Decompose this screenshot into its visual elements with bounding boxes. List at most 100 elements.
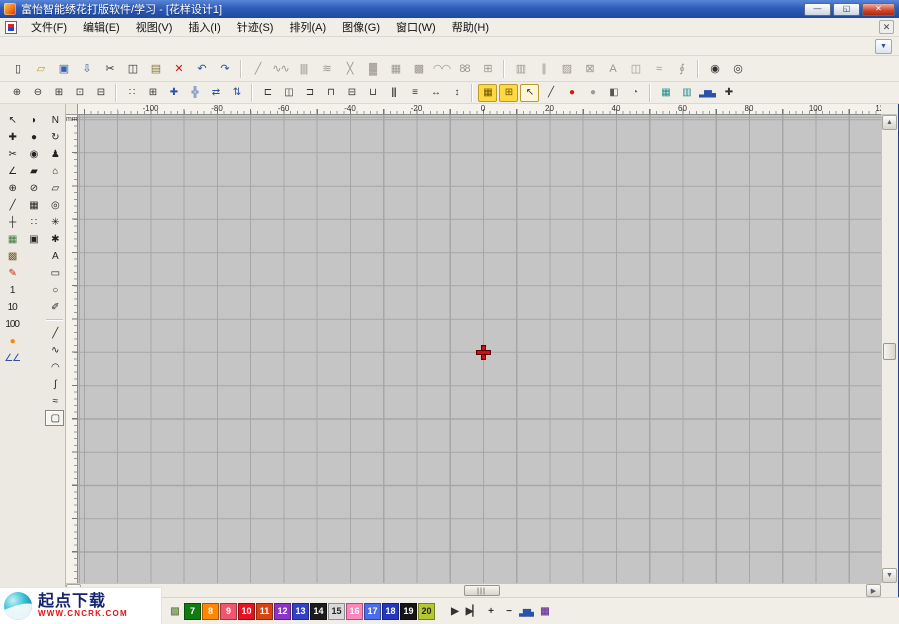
zoom-previous-icon[interactable]: ⊟ xyxy=(91,84,110,102)
paste-icon[interactable]: ▤ xyxy=(145,59,166,79)
color-swatch-11[interactable]: 11 xyxy=(256,603,273,620)
color-swatch-16[interactable]: 16 xyxy=(346,603,363,620)
thread-table-icon[interactable]: ▦ xyxy=(656,84,675,102)
zoom-tool-icon[interactable]: ⊕ xyxy=(3,180,22,196)
freehand-draw-tool-icon[interactable]: ≈ xyxy=(45,393,64,409)
document-icon[interactable] xyxy=(5,21,17,34)
same-height-icon[interactable]: ↕ xyxy=(447,84,466,102)
color-swatch-17[interactable]: 17 xyxy=(364,603,381,620)
remove-color-button[interactable]: − xyxy=(500,603,517,619)
complex-fill-icon[interactable]: ▥ xyxy=(510,59,531,79)
delete-icon[interactable]: ✕ xyxy=(168,59,189,79)
pattern-browse-icon[interactable]: ⊞ xyxy=(143,84,162,102)
preset-100-button[interactable]: 100 xyxy=(3,316,22,332)
color-swatch-9[interactable]: 9 xyxy=(220,603,237,620)
scroll-up-icon[interactable]: ▲ xyxy=(882,115,897,130)
house-shape-tool-icon[interactable]: ⌂ xyxy=(45,163,64,179)
undo-icon[interactable]: ↶ xyxy=(191,59,212,79)
horizontal-scroll-thumb[interactable] xyxy=(464,585,500,596)
lettering-tool-icon[interactable]: A xyxy=(45,248,64,264)
design-canvas[interactable] xyxy=(78,115,881,583)
color-swatch-8[interactable]: 8 xyxy=(202,603,219,620)
align-middle-icon[interactable]: ⊟ xyxy=(342,84,361,102)
align-center-icon[interactable]: ◫ xyxy=(279,84,298,102)
mesh-tool-icon[interactable]: ▦ xyxy=(24,197,43,213)
node-edit-tool-icon[interactable]: ✚ xyxy=(3,129,22,145)
copy-icon[interactable]: ◫ xyxy=(122,59,143,79)
distribute-v-icon[interactable]: ≡ xyxy=(405,84,424,102)
menu-item-file[interactable]: 文件(F) xyxy=(23,17,75,38)
measure-tool-icon[interactable]: ∠ xyxy=(3,163,22,179)
grid-fill-icon[interactable]: ⊞ xyxy=(477,59,498,79)
rounded-rect-tool-icon[interactable]: ▢ xyxy=(45,410,64,426)
menu-item-image[interactable]: 图像(G) xyxy=(334,17,388,38)
stitch-sequence-icon[interactable]: ▂▅▃ xyxy=(518,603,535,619)
grid-toggle-icon[interactable]: ▦ xyxy=(478,84,497,102)
color-swatch-14[interactable]: 14 xyxy=(310,603,327,620)
vertical-scrollbar[interactable]: ▲ ▼ xyxy=(881,115,897,583)
center-design-icon[interactable]: ╬ xyxy=(185,84,204,102)
import-icon[interactable]: ⇩ xyxy=(76,59,97,79)
thread-gray-icon[interactable]: ● xyxy=(583,84,602,102)
color-swatch-12[interactable]: 12 xyxy=(274,603,291,620)
align-right-icon[interactable]: ⊐ xyxy=(300,84,319,102)
save-icon[interactable]: ▣ xyxy=(53,59,74,79)
toolbar-options-chevron-icon[interactable]: ▼ xyxy=(875,39,892,54)
pattern-fill-icon[interactable]: ▩ xyxy=(408,59,429,79)
exit-point-icon[interactable]: ◎ xyxy=(727,59,748,79)
color-swatch-18[interactable]: 18 xyxy=(382,603,399,620)
add-color-button[interactable]: + xyxy=(482,603,499,619)
cross-stitch-icon[interactable]: ╳ xyxy=(339,59,360,79)
open-icon[interactable]: ▱ xyxy=(30,59,51,79)
menu-item-edit[interactable]: 编辑(E) xyxy=(75,17,128,38)
menu-item-insert[interactable]: 插入(I) xyxy=(180,17,228,38)
snowflake-shape-tool-icon[interactable]: ✳ xyxy=(45,214,64,230)
guide-toggle-icon[interactable]: ⊞ xyxy=(499,84,518,102)
zoom-in-icon[interactable]: ⊕ xyxy=(7,84,26,102)
palette-grid-icon[interactable]: ▦ xyxy=(536,603,553,619)
cursor-toggle-icon[interactable]: ↖ xyxy=(520,84,539,102)
frame-tool-icon[interactable]: ▣ xyxy=(24,231,43,247)
align-bottom-icon[interactable]: ⊔ xyxy=(363,84,382,102)
color-swatch-15[interactable]: 15 xyxy=(328,603,345,620)
pin-tool-icon[interactable]: ┼ xyxy=(3,214,22,230)
slash-toggle-icon[interactable]: ╱ xyxy=(541,84,560,102)
horizontal-scrollbar[interactable]: ◀ ▶ xyxy=(66,583,881,597)
knife-tool-icon[interactable]: ╱ xyxy=(3,197,22,213)
applique-icon[interactable]: ◠◠ xyxy=(431,59,452,79)
block-tool-icon[interactable]: ▰ xyxy=(24,163,43,179)
new-icon[interactable]: ▯ xyxy=(7,59,28,79)
menu-item-stitch[interactable]: 针迹(S) xyxy=(229,17,282,38)
sequin-icon[interactable]: 88 xyxy=(454,59,475,79)
dots-tool-icon[interactable]: ∷ xyxy=(24,214,43,230)
redo-icon[interactable]: ↷ xyxy=(214,59,235,79)
contour-fill-icon[interactable]: ▨ xyxy=(556,59,577,79)
menu-item-window[interactable]: 窗口(W) xyxy=(388,17,444,38)
red-pen-tool-icon[interactable]: ✎ xyxy=(3,265,22,281)
color-swatch-13[interactable]: 13 xyxy=(292,603,309,620)
rotate-tool-icon[interactable]: ↻ xyxy=(45,129,64,145)
column-stitch-icon[interactable]: ◫ xyxy=(625,59,646,79)
move-vertical-icon[interactable]: ⇅ xyxy=(227,84,246,102)
color-swatch-10[interactable]: 10 xyxy=(238,603,255,620)
vertical-scroll-thumb[interactable] xyxy=(883,343,896,360)
next-color-button[interactable]: ▶ xyxy=(446,603,463,619)
ellipse-tool-icon[interactable]: ○ xyxy=(45,282,64,298)
cut-icon[interactable]: ✂ xyxy=(99,59,120,79)
target-tool-icon[interactable]: ◉ xyxy=(24,146,43,162)
entry-point-icon[interactable]: ◉ xyxy=(704,59,725,79)
close-button[interactable]: ✕ xyxy=(862,3,895,16)
spiral-stitch-icon[interactable]: ∮ xyxy=(671,59,692,79)
shape-pen-tool-icon[interactable]: ✐ xyxy=(45,299,64,315)
preset-10-button[interactable]: 10 xyxy=(3,299,22,315)
last-color-button[interactable]: ▶▏ xyxy=(464,603,481,619)
curve-tool-icon[interactable]: ◗ xyxy=(24,112,43,128)
tatami-stitch-icon[interactable]: ▦ xyxy=(385,59,406,79)
bitmap-tool-icon[interactable]: ▩ xyxy=(3,248,22,264)
parallel-fill-icon[interactable]: ∥ xyxy=(533,59,554,79)
vehicle-shape-tool-icon[interactable]: ▱ xyxy=(45,180,64,196)
design-list-icon[interactable]: ▥ xyxy=(677,84,696,102)
globe-shape-tool-icon[interactable]: ◎ xyxy=(45,197,64,213)
motif-stitch-icon[interactable]: ▓ xyxy=(362,59,383,79)
distribute-h-icon[interactable]: ||| xyxy=(384,84,403,102)
